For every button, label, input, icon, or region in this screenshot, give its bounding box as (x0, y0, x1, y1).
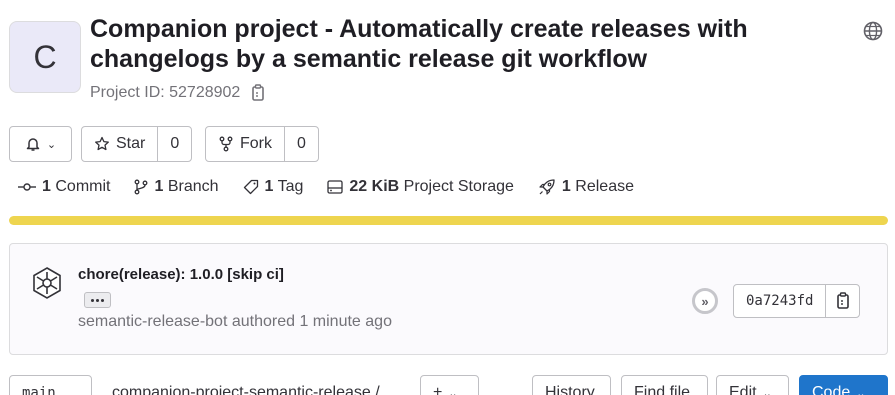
stat-count: 22 KiB (349, 178, 400, 195)
tag-icon (243, 179, 258, 195)
project-id: Project ID: 52728902 (90, 84, 266, 102)
add-to-tree-dropdown[interactable]: + ⌄ (420, 375, 479, 395)
globe-icon (863, 21, 883, 41)
chevron-down-icon: ⌄ (46, 138, 57, 151)
star-label: Star (116, 135, 146, 152)
project-stats: 1 Commit 1 Branch 1 Tag 22 KiB Project S… (18, 178, 634, 196)
star-button[interactable]: Star (82, 127, 157, 161)
fork-label: Fork (240, 135, 272, 152)
expand-description-button[interactable] (84, 292, 111, 308)
history-button[interactable]: History (532, 375, 611, 395)
pipeline-status-icon[interactable]: » (692, 288, 718, 314)
branch-selector[interactable]: main (9, 375, 92, 395)
fork-group: Fork 0 (205, 126, 319, 162)
copy-sha-button[interactable] (825, 285, 859, 317)
bell-icon (26, 138, 40, 151)
branch-icon (135, 179, 148, 195)
star-count[interactable]: 0 (157, 127, 191, 161)
stat-label: Project Storage (403, 178, 514, 195)
fork-icon (219, 136, 233, 152)
storage-usage-fill (9, 216, 888, 225)
storage-icon (327, 180, 344, 194)
stat-releases[interactable]: 1 Release (538, 178, 634, 196)
stat-label: Tag (277, 178, 304, 195)
commit-sha-group: 0a7243fd (733, 284, 861, 318)
stat-label: Branch (167, 178, 219, 195)
notification-button[interactable]: ⌄ (10, 127, 71, 161)
stat-count: 1 (561, 178, 571, 195)
chevron-down-icon: ⌄ (856, 387, 866, 395)
stat-branches[interactable]: 1 Branch (134, 178, 219, 196)
star-icon (95, 136, 109, 151)
commit-meta: semantic-release-bot authored 1 minute a… (78, 313, 392, 330)
project-id-text: Project ID: 52728902 (90, 84, 241, 101)
copy-icon[interactable] (250, 84, 266, 102)
fork-count[interactable]: 0 (284, 127, 318, 161)
fork-button[interactable]: Fork (206, 127, 284, 161)
commit-icon (18, 183, 36, 191)
stat-storage[interactable]: 22 KiB Project Storage (327, 178, 514, 196)
code-dropdown[interactable]: Code ⌄ (799, 375, 888, 395)
notification-dropdown[interactable]: ⌄ (9, 126, 72, 162)
ellipsis-icon (91, 298, 94, 302)
storage-usage-bar (9, 216, 888, 225)
stat-label: Release (575, 178, 634, 195)
edit-label: Edit (729, 384, 757, 395)
copy-icon (837, 292, 849, 309)
stat-commits[interactable]: 1 Commit (18, 178, 110, 196)
star-group: Star 0 (81, 126, 193, 162)
breadcrumb-path[interactable]: companion-project-semantic-release / (112, 384, 380, 395)
last-commit-panel: chore(release): 1.0.0 [skip ci] semantic… (9, 243, 888, 355)
find-file-label: Find file (634, 384, 691, 395)
commit-title[interactable]: chore(release): 1.0.0 [skip ci] (78, 266, 284, 283)
bot-avatar (33, 267, 61, 299)
stat-tags[interactable]: 1 Tag (243, 178, 304, 196)
stat-count: 1 (42, 178, 51, 195)
chevron-down-icon: ⌄ (448, 387, 458, 395)
stat-count: 1 (264, 178, 274, 195)
project-avatar: C (9, 21, 81, 93)
project-title: Companion project - Automatically create… (90, 15, 748, 73)
chevron-down-icon: ⌄ (762, 387, 772, 395)
commit-sha[interactable]: 0a7243fd (734, 285, 825, 317)
find-file-button[interactable]: Find file (621, 375, 708, 395)
code-label: Code (812, 384, 851, 395)
branch-name: main (22, 385, 56, 395)
history-label: History (545, 384, 595, 395)
stat-count: 1 (154, 178, 164, 195)
stat-label: Commit (55, 178, 111, 195)
rocket-icon (539, 179, 555, 195)
plus-icon: + (433, 384, 443, 395)
edit-dropdown[interactable]: Edit ⌄ (716, 375, 789, 395)
